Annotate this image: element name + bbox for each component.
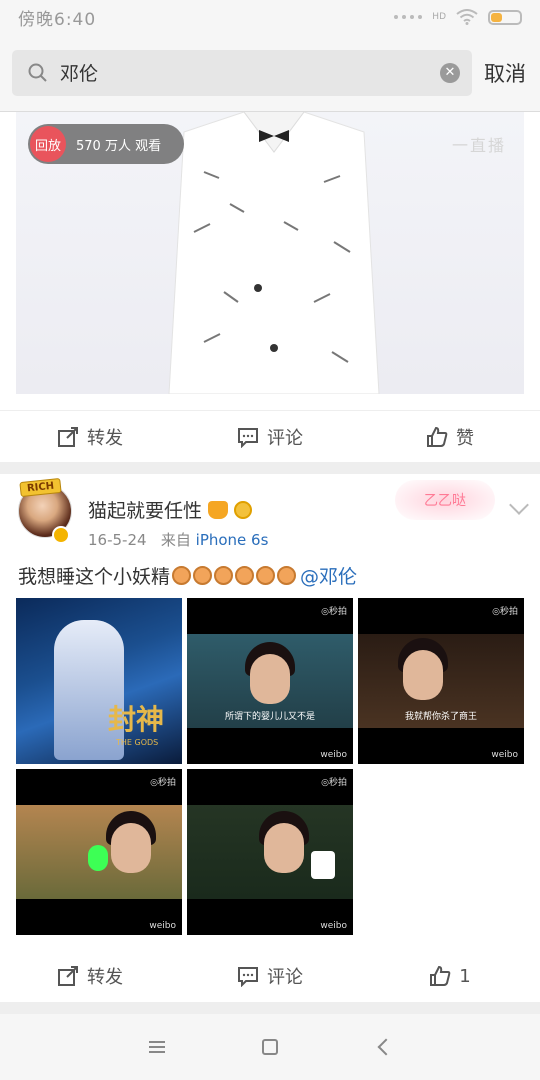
post-meta: 16-5-24 来自 iPhone 6s [88, 529, 268, 550]
post-date: 16-5-24 [88, 531, 147, 549]
poster-title: 封神 [108, 703, 165, 736]
search-icon [28, 63, 47, 82]
weibo-watermark: weibo [320, 750, 347, 760]
miaopai-logo: ◎秒拍 [321, 607, 347, 617]
weibo-post-card: RICH 猫起就要任性 16-5-24 来自 iPhone 6s 乙乙哒 我想睡… [0, 474, 540, 1000]
repost-button[interactable]: 转发 [0, 411, 180, 462]
search-header: 邓伦 ✕ 取消 [0, 34, 540, 112]
repost-button[interactable]: 转发 [0, 950, 180, 1002]
home-icon [261, 1039, 278, 1055]
thumbs-up-icon [427, 426, 448, 447]
post-source[interactable]: iPhone 6s [196, 531, 269, 549]
wifi-icon [456, 9, 478, 25]
image-grid: 封神 THE GODS ◎秒拍 所谓下的婴儿儿又不是 weibo ◎秒拍 我就帮… [16, 598, 524, 935]
thumbs-up-icon [430, 965, 451, 986]
comment-button[interactable]: 评论 [180, 950, 360, 1002]
status-time: 傍晚6:40 [18, 9, 97, 30]
live-video-card: 回放 570 万人 观看 一直播 [0, 112, 540, 410]
play-icon[interactable] [258, 232, 290, 272]
video-subtitle: 所谓下的婴儿儿又不是 [224, 712, 315, 722]
username-text: 猫起就要任性 [88, 500, 203, 522]
card-decoration: 乙乙哒 [395, 480, 495, 520]
comment-label: 评论 [267, 427, 303, 449]
battery-icon [488, 9, 522, 25]
clear-search-button[interactable]: ✕ [440, 62, 460, 83]
network-type: HD [432, 11, 446, 22]
menu-icon[interactable] [142, 1032, 172, 1062]
cat-emoji-icon [235, 566, 255, 585]
video-player[interactable]: 回放 570 万人 观看 一直播 [16, 112, 524, 394]
cat-emoji-icon [277, 566, 297, 585]
like-button[interactable]: 1 [360, 950, 540, 1002]
weibo-watermark: weibo [320, 921, 347, 931]
status-bar: 傍晚6:40 HD [0, 0, 540, 34]
like-count: 1 [459, 965, 471, 987]
weibo-watermark: weibo [149, 921, 176, 931]
post-video-thumb[interactable]: ◎秒拍 weibo [16, 769, 182, 935]
medal-icon [234, 500, 253, 519]
post-video-thumb[interactable]: ◎秒拍 weibo [187, 769, 353, 935]
post-video-thumb[interactable]: ◎秒拍 我就帮你杀了商王 weibo [358, 598, 524, 764]
like-label: 赞 [456, 427, 474, 449]
signal-dots-icon [394, 15, 423, 19]
share-icon [58, 426, 78, 447]
miaopai-logo: ◎秒拍 [492, 607, 518, 617]
home-button[interactable] [255, 1032, 285, 1062]
chevron-down-icon[interactable] [509, 495, 529, 515]
video-subtitle: 我就帮你杀了商王 [404, 712, 477, 722]
miaopai-logo: ◎秒拍 [150, 778, 176, 788]
post-body: 我想睡这个小妖精 [18, 566, 171, 588]
post-text: 我想睡这个小妖精 @邓伦 [18, 562, 357, 589]
like-button[interactable]: 赞 [360, 411, 540, 462]
comment-icon [238, 427, 258, 448]
cat-emoji-icon [193, 566, 213, 585]
cat-emoji-icon [256, 566, 276, 585]
search-input[interactable]: 邓伦 [60, 59, 440, 86]
back-icon [377, 1038, 395, 1056]
cat-emoji-icon [172, 566, 192, 585]
video-action-bar: 转发 评论 赞 [0, 410, 540, 462]
back-button[interactable] [368, 1032, 398, 1062]
post-action-bar: 转发 评论 1 [0, 950, 540, 1002]
post-image[interactable]: 封神 THE GODS [16, 598, 182, 764]
repost-label: 转发 [87, 967, 123, 988]
system-nav-bar [0, 1014, 540, 1080]
status-icons: HD [394, 9, 522, 25]
cat-emoji-icon [214, 566, 234, 585]
weibo-watermark: weibo [491, 750, 518, 760]
viewer-count: 570 万人 观看 [76, 138, 162, 154]
username[interactable]: 猫起就要任性 [88, 496, 253, 523]
yizhibo-logo: 一直播 [451, 136, 506, 155]
replay-badge: 回放 570 万人 观看 [28, 124, 184, 164]
miaopai-logo: ◎秒拍 [321, 778, 347, 788]
source-prefix: 来自 [160, 531, 191, 549]
search-box[interactable]: 邓伦 ✕ [12, 49, 472, 96]
repost-label: 转发 [87, 427, 123, 449]
post-video-thumb[interactable]: ◎秒拍 所谓下的婴儿儿又不是 weibo [187, 598, 353, 764]
comment-label: 评论 [267, 967, 303, 988]
verified-icon [52, 526, 70, 544]
poster-subtitle: THE GODS [116, 738, 159, 747]
comment-icon [238, 967, 258, 987]
cancel-button[interactable]: 取消 [484, 58, 526, 88]
mention-link[interactable]: @邓伦 [300, 562, 357, 589]
share-icon [58, 966, 78, 986]
vip-crown-icon [208, 500, 229, 519]
comment-button[interactable]: 评论 [180, 411, 360, 462]
replay-tag: 回放 [30, 126, 66, 162]
